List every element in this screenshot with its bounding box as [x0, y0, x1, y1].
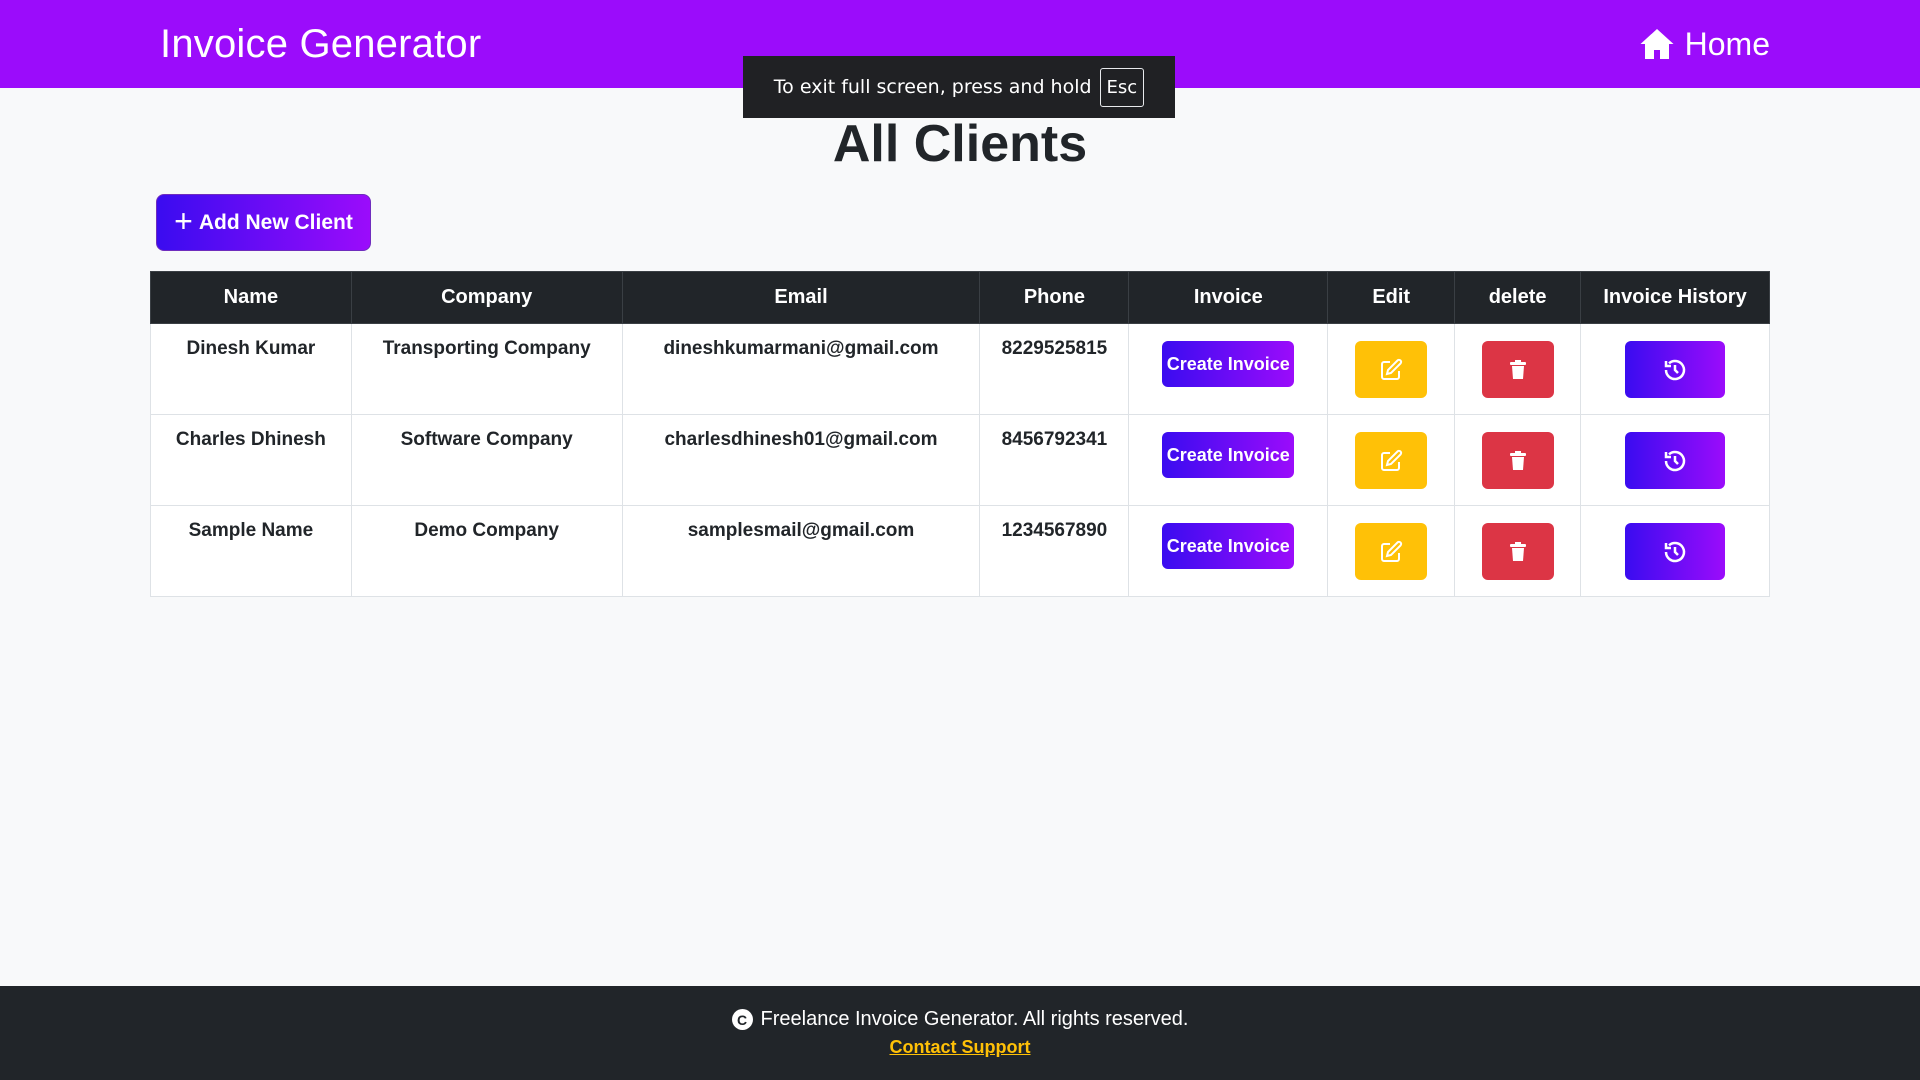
- client-phone: 1234567890: [979, 505, 1130, 597]
- header-company: Company: [350, 271, 623, 324]
- fullscreen-notice-text: To exit full screen, press and hold: [773, 76, 1092, 98]
- edit-cell: [1327, 505, 1456, 597]
- client-phone: 8456792341: [979, 414, 1130, 506]
- contact-support-link[interactable]: Contact Support: [890, 1037, 1031, 1058]
- table-header-row: Name Company Email Phone Invoice Edit de…: [150, 271, 1770, 324]
- history-icon: [1664, 450, 1686, 471]
- edit-icon: [1381, 358, 1403, 380]
- home-link[interactable]: Home: [1639, 26, 1770, 63]
- add-new-client-label: Add New Client: [198, 210, 353, 234]
- invoice-history-button[interactable]: [1625, 341, 1726, 398]
- add-new-client-button[interactable]: + Add New Client: [156, 194, 371, 251]
- edit-icon: [1381, 449, 1403, 471]
- copyright-icon: C: [731, 1009, 753, 1030]
- history-icon: [1664, 541, 1686, 562]
- header-delete: delete: [1454, 271, 1582, 324]
- header-name: Name: [150, 271, 352, 324]
- edit-icon: [1381, 540, 1403, 562]
- client-email: dineshkumarmani@gmail.com: [621, 323, 981, 415]
- trash-icon: [1509, 359, 1526, 379]
- fullscreen-exit-notice: To exit full screen, press and hold Esc: [743, 56, 1175, 118]
- history-cell: [1580, 505, 1770, 597]
- client-email: charlesdhinesh01@gmail.com: [621, 414, 981, 506]
- history-cell: [1580, 414, 1770, 506]
- trash-icon: [1509, 450, 1526, 470]
- create-invoice-button[interactable]: Create Invoice: [1162, 523, 1295, 569]
- history-cell: [1580, 323, 1770, 415]
- edit-button[interactable]: [1355, 523, 1428, 580]
- home-label: Home: [1684, 25, 1770, 62]
- table-row: Dinesh Kumar Transporting Company dinesh…: [150, 323, 1770, 415]
- edit-cell: [1327, 414, 1456, 506]
- plus-icon: +: [174, 203, 193, 239]
- brand-title[interactable]: Invoice Generator: [160, 22, 481, 67]
- history-icon: [1664, 359, 1686, 380]
- copyright-line: C Freelance Invoice Generator. All right…: [731, 1008, 1189, 1031]
- client-name: Dinesh Kumar: [150, 323, 352, 415]
- table-row: Charles Dhinesh Software Company charles…: [150, 414, 1770, 506]
- delete-cell: [1454, 505, 1582, 597]
- invoice-cell: Create Invoice: [1128, 505, 1329, 597]
- client-name: Sample Name: [150, 505, 352, 597]
- create-invoice-button[interactable]: Create Invoice: [1162, 432, 1295, 478]
- copyright-text: Freelance Invoice Generator. All rights …: [760, 1008, 1189, 1030]
- header-invoice: Invoice: [1128, 271, 1329, 324]
- page-footer: C Freelance Invoice Generator. All right…: [0, 986, 1920, 1080]
- header-email: Email: [621, 271, 981, 324]
- client-company: Software Company: [350, 414, 623, 506]
- client-phone: 8229525815: [979, 323, 1130, 415]
- table-row: Sample Name Demo Company samplesmail@gma…: [150, 505, 1770, 597]
- delete-cell: [1454, 323, 1582, 415]
- trash-icon: [1509, 541, 1526, 561]
- create-invoice-button[interactable]: Create Invoice: [1162, 341, 1295, 387]
- invoice-cell: Create Invoice: [1128, 323, 1329, 415]
- delete-cell: [1454, 414, 1582, 506]
- invoice-cell: Create Invoice: [1128, 414, 1329, 506]
- client-email: samplesmail@gmail.com: [621, 505, 981, 597]
- client-company: Demo Company: [350, 505, 623, 597]
- client-name: Charles Dhinesh: [150, 414, 352, 506]
- edit-button[interactable]: [1355, 432, 1428, 489]
- clients-table: Name Company Email Phone Invoice Edit de…: [150, 271, 1770, 597]
- delete-button[interactable]: [1481, 341, 1554, 398]
- invoice-history-button[interactable]: [1625, 523, 1726, 580]
- edit-button[interactable]: [1355, 341, 1428, 398]
- header-edit: Edit: [1327, 271, 1456, 324]
- header-phone: Phone: [979, 271, 1130, 324]
- invoice-history-button[interactable]: [1625, 432, 1726, 489]
- edit-cell: [1327, 323, 1456, 415]
- home-icon: [1640, 29, 1674, 59]
- page-title: All Clients: [832, 115, 1088, 173]
- client-company: Transporting Company: [350, 323, 623, 415]
- esc-key-badge: Esc: [1099, 67, 1145, 107]
- delete-button[interactable]: [1481, 432, 1554, 489]
- header-invoice-history: Invoice History: [1580, 271, 1770, 324]
- delete-button[interactable]: [1481, 523, 1554, 580]
